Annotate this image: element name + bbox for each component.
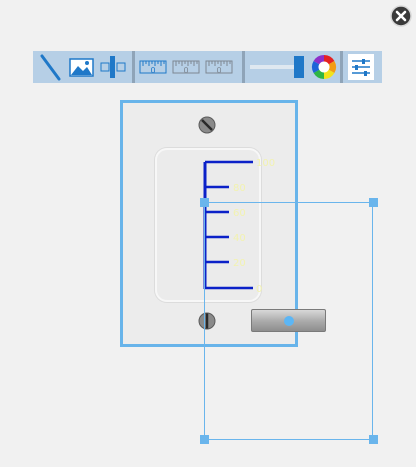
- slider-tool-button[interactable]: [248, 51, 306, 83]
- resize-handle-top-right[interactable]: [369, 198, 378, 207]
- bar-tool-button[interactable]: [99, 51, 129, 83]
- resize-handle-bottom-left[interactable]: [200, 435, 209, 444]
- ruler-scale-3-icon: 0: [205, 60, 233, 75]
- move-handle[interactable]: [284, 316, 294, 326]
- color-wheel-button[interactable]: [309, 51, 339, 83]
- resize-handle-top-left[interactable]: [200, 198, 209, 207]
- close-icon[interactable]: [389, 4, 413, 28]
- gauge-editor: 0 0 0 100 80 60 40 20 0: [0, 0, 416, 467]
- toolbar-separator: [242, 51, 245, 83]
- ruler-scale-2-icon: 0: [172, 60, 200, 75]
- toolbar-separator: [132, 51, 135, 83]
- settings-button[interactable]: [346, 51, 376, 83]
- toolbar-separator: [340, 51, 343, 83]
- ruler-scale-1-button[interactable]: 0: [138, 51, 168, 83]
- screw-icon: [198, 116, 216, 134]
- ruler-label: 0: [216, 66, 221, 75]
- resize-handle-bottom-right[interactable]: [369, 435, 378, 444]
- ruler-scale-3-button[interactable]: 0: [204, 51, 234, 83]
- toolbar: 0 0 0: [33, 51, 382, 83]
- image-tool-button[interactable]: [67, 51, 97, 83]
- needle-tool-button[interactable]: [35, 51, 65, 83]
- ruler-scale-2-button[interactable]: 0: [171, 51, 201, 83]
- settings-sliders-icon: [348, 54, 374, 80]
- color-wheel-icon: [311, 54, 337, 79]
- bar-tool-icon: [100, 56, 126, 78]
- ruler-label: 0: [183, 66, 188, 75]
- slider-tool-icon: [250, 56, 304, 78]
- ruler-scale-1-icon: 0: [139, 60, 167, 75]
- image-tool-icon: [69, 58, 94, 77]
- needle-tool-icon: [40, 54, 61, 81]
- ruler-label: 0: [150, 66, 155, 75]
